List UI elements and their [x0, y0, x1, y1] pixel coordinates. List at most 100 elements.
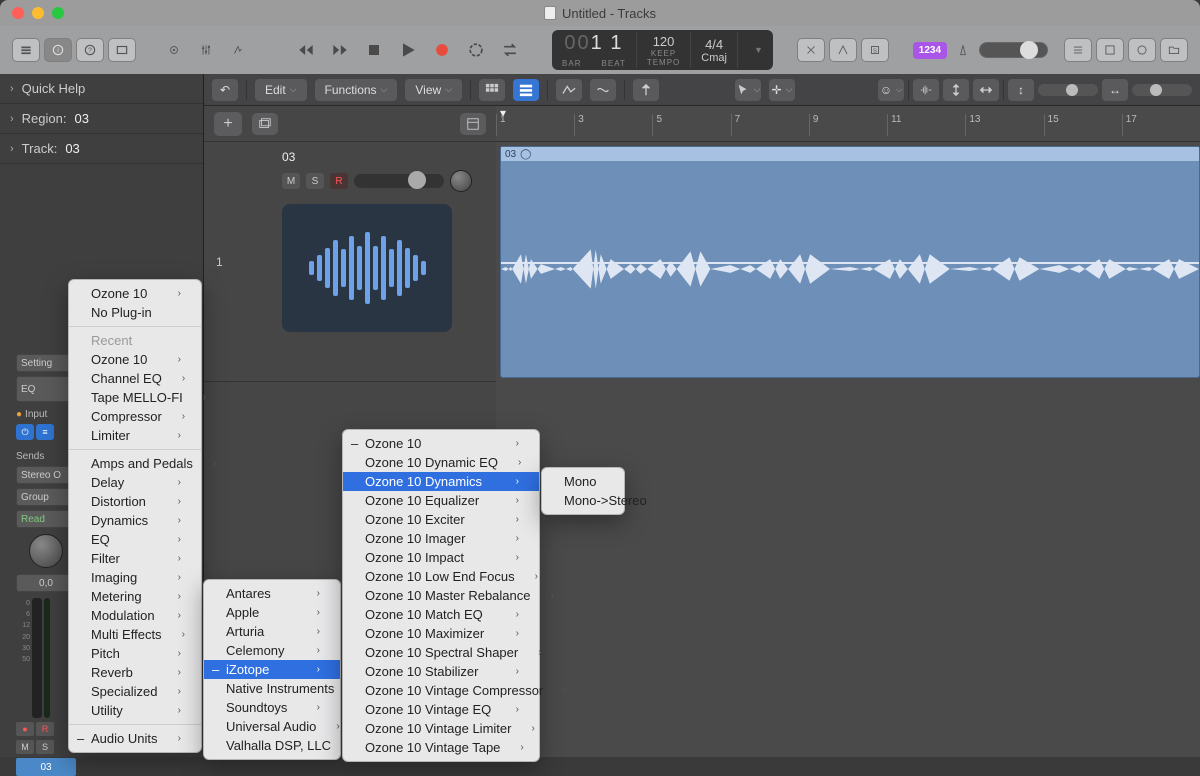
- record-button[interactable]: [427, 36, 457, 64]
- menu-item[interactable]: Soundtoys›: [204, 698, 340, 717]
- menu-item[interactable]: Ozone 10 Vintage Compressor›: [343, 681, 539, 700]
- input-monitor-button[interactable]: ●: [16, 722, 34, 736]
- menu-item[interactable]: Distortion›: [69, 492, 201, 511]
- loop-browser-button[interactable]: [1128, 38, 1156, 62]
- region-header[interactable]: 03◯: [501, 147, 1199, 161]
- channel-format-menu[interactable]: MonoMono->Stereo: [541, 467, 625, 515]
- menu-item[interactable]: Ozone 10›: [69, 350, 201, 369]
- menu-item[interactable]: Tape MELLO-FI›: [69, 388, 201, 407]
- menu-item[interactable]: Apple›: [204, 603, 340, 622]
- horizontal-auto-zoom-button[interactable]: [973, 79, 999, 101]
- ruler-tick[interactable]: 5: [652, 114, 730, 136]
- waveform-zoom-button[interactable]: [913, 79, 939, 101]
- menu-item[interactable]: Ozone 10 Imager›: [343, 529, 539, 548]
- menu-item[interactable]: Ozone 10 Vintage Tape›: [343, 738, 539, 757]
- step-input-badge[interactable]: 1234: [913, 42, 947, 59]
- functions-menu[interactable]: Functions⌵: [315, 79, 398, 101]
- menu-item[interactable]: Channel EQ›: [69, 369, 201, 388]
- plugin-power-button[interactable]: ⏻: [16, 424, 34, 440]
- plugin-slot-button[interactable]: ≡: [36, 424, 54, 440]
- zoom-window[interactable]: [52, 7, 64, 19]
- replace-button[interactable]: [495, 36, 525, 64]
- toolbar-button[interactable]: [108, 38, 136, 62]
- ruler-tick[interactable]: 9: [809, 114, 887, 136]
- solo-button[interactable]: S: [36, 740, 54, 754]
- group-button[interactable]: Group: [16, 488, 72, 506]
- add-track-button[interactable]: +: [214, 112, 242, 136]
- ruler-tick[interactable]: 11: [887, 114, 965, 136]
- ruler-tick[interactable]: 3: [574, 114, 652, 136]
- menu-item[interactable]: Mono->Stereo: [542, 491, 624, 510]
- menu-item[interactable]: Dynamics›: [69, 511, 201, 530]
- menu-item[interactable]: Ozone 10 Stabilizer›: [343, 662, 539, 681]
- channel-label[interactable]: 03: [16, 758, 76, 776]
- manufacturer-menu[interactable]: Antares›Apple›Arturia›Celemony›–iZotope›…: [203, 579, 341, 760]
- setting-button[interactable]: Setting: [16, 354, 72, 372]
- snap-button[interactable]: ☺⌵: [878, 79, 904, 101]
- menu-item[interactable]: Ozone 10 Impact›: [343, 548, 539, 567]
- ruler-tick[interactable]: 13: [965, 114, 1043, 136]
- ruler[interactable]: ▾ 1357911131517: [496, 106, 1200, 142]
- menu-item[interactable]: Imaging›: [69, 568, 201, 587]
- rewind-button[interactable]: [291, 36, 321, 64]
- quick-help-button[interactable]: ?: [76, 38, 104, 62]
- editor-button[interactable]: [224, 38, 252, 62]
- play-button[interactable]: [393, 36, 423, 64]
- menu-item[interactable]: Ozone 10 Maximizer›: [343, 624, 539, 643]
- track-record-button[interactable]: R: [330, 173, 348, 189]
- menu-item[interactable]: Ozone 10 Match EQ›: [343, 605, 539, 624]
- tuner-button[interactable]: [797, 38, 825, 62]
- ruler-tick[interactable]: 7: [731, 114, 809, 136]
- list-editor-button[interactable]: [1064, 38, 1092, 62]
- track-solo-button[interactable]: S: [306, 173, 324, 189]
- menu-item[interactable]: Ozone 10 Low End Focus›: [343, 567, 539, 586]
- menu-item[interactable]: –Ozone 10›: [343, 434, 539, 453]
- eq-display[interactable]: EQ: [16, 376, 72, 402]
- lcd-key[interactable]: Cmaj: [701, 52, 727, 64]
- menu-item[interactable]: Specialized›: [69, 682, 201, 701]
- menu-item[interactable]: Delay›: [69, 473, 201, 492]
- track-pan-knob[interactable]: [450, 170, 472, 192]
- menu-item[interactable]: Ozone 10 Master Rebalance›: [343, 586, 539, 605]
- ruler-tick[interactable]: 15: [1044, 114, 1122, 136]
- menu-item[interactable]: Modulation›: [69, 606, 201, 625]
- menu-item[interactable]: Metering›: [69, 587, 201, 606]
- secondary-tool[interactable]: ✛⌵: [769, 79, 795, 101]
- output-button[interactable]: Stereo O: [16, 466, 72, 484]
- cycle-button[interactable]: [461, 36, 491, 64]
- menu-item[interactable]: Ozone 10›: [69, 284, 201, 303]
- menu-item[interactable]: –Audio Units›: [69, 729, 201, 748]
- menu-item[interactable]: Mono: [542, 472, 624, 491]
- track-volume-slider[interactable]: [354, 174, 444, 188]
- menu-item[interactable]: EQ›: [69, 530, 201, 549]
- menu-item[interactable]: Universal Audio›: [204, 717, 340, 736]
- view-menu[interactable]: View⌵: [405, 79, 462, 101]
- slider-thumb[interactable]: [1066, 84, 1078, 96]
- browser-button[interactable]: [1160, 38, 1188, 62]
- global-tracks-button[interactable]: [460, 113, 486, 135]
- mixer-button[interactable]: [192, 38, 220, 62]
- menu-item[interactable]: Ozone 10 Exciter›: [343, 510, 539, 529]
- menu-item[interactable]: Compressor›: [69, 407, 201, 426]
- track-stack-button[interactable]: [252, 113, 278, 135]
- track-mute-button[interactable]: M: [282, 173, 300, 189]
- close-window[interactable]: [12, 7, 24, 19]
- list-view-button[interactable]: [513, 79, 539, 101]
- automation-button[interactable]: [556, 79, 582, 101]
- menu-item[interactable]: Pitch›: [69, 644, 201, 663]
- track-icon[interactable]: [282, 204, 452, 332]
- menu-item[interactable]: –iZotope›: [204, 660, 340, 679]
- stop-button[interactable]: [359, 36, 389, 64]
- mute-button[interactable]: M: [16, 740, 34, 754]
- track-row[interactable]: ›Track: 03: [0, 134, 203, 164]
- menu-item[interactable]: Ozone 10 Dynamic EQ›: [343, 453, 539, 472]
- slider-thumb[interactable]: [1150, 84, 1162, 96]
- h-zoom-slider[interactable]: [1132, 84, 1192, 96]
- metronome-button[interactable]: [955, 38, 971, 62]
- menu-item[interactable]: Utility›: [69, 701, 201, 720]
- forward-button[interactable]: [325, 36, 355, 64]
- inspector-button[interactable]: i: [44, 38, 72, 62]
- slider-thumb[interactable]: [1020, 41, 1038, 59]
- count-in-button[interactable]: [829, 38, 857, 62]
- lcd-display[interactable]: 001 1 BAR BEAT 120 KEEP TEMPO 4/4 Cmaj ▼: [552, 30, 773, 70]
